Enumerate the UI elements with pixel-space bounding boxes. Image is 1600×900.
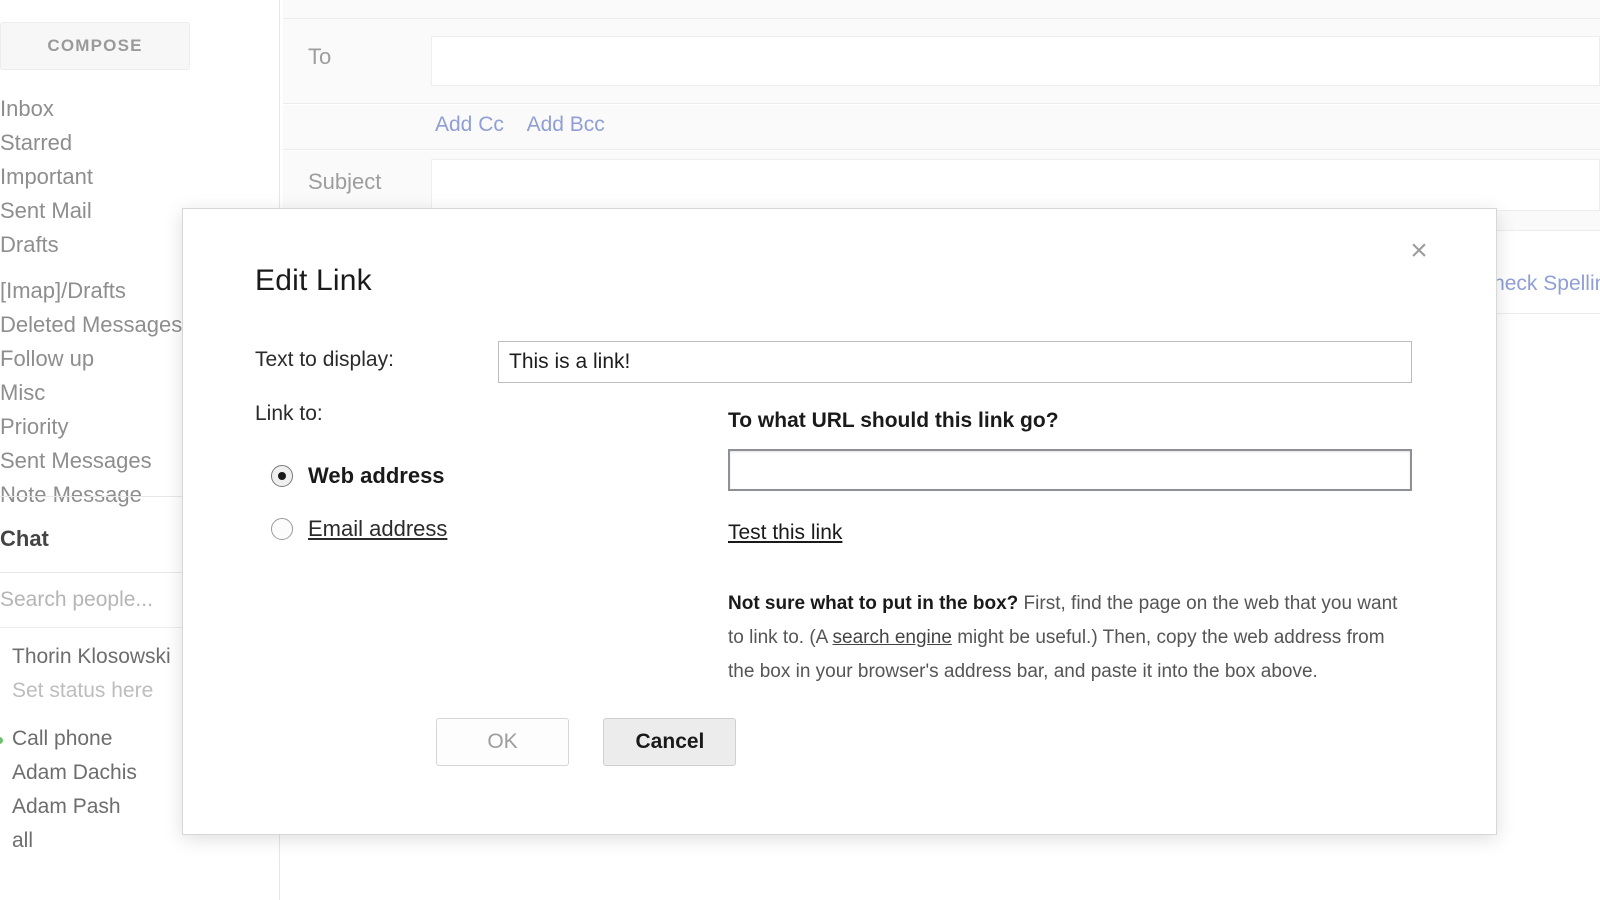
radio-web-address-label: Web address	[308, 462, 445, 488]
link-to-label: Link to:	[255, 402, 323, 425]
compose-cc-row: Add Cc Add Bcc	[283, 105, 1600, 150]
add-cc-link[interactable]: Add Cc	[435, 113, 504, 136]
radio-email-address[interactable]: Email address	[271, 502, 651, 555]
text-to-display-input[interactable]: This is a link!	[498, 341, 1412, 383]
sidebar-item-inbox[interactable]: Inbox	[0, 92, 280, 126]
compose-to-row: To	[283, 19, 1600, 104]
text-to-display-label: Text to display:	[255, 348, 394, 371]
radio-selected-icon	[271, 464, 293, 487]
compose-topbar	[283, 0, 1600, 19]
dialog-title: Edit Link	[255, 264, 372, 297]
help-text: Not sure what to put in the box? First, …	[728, 587, 1412, 689]
url-question-label: To what URL should this link go?	[728, 409, 1059, 432]
compose-cc-links: Add Cc Add Bcc	[435, 113, 623, 137]
app-root: COMPOSE Inbox Starred Important Sent Mai…	[0, 0, 1600, 900]
add-bcc-link[interactable]: Add Bcc	[527, 113, 605, 136]
help-text-bold: Not sure what to put in the box?	[728, 593, 1019, 614]
search-engine-link[interactable]: search engine	[833, 627, 952, 648]
chat-section-header: Chat	[0, 526, 49, 551]
compose-subject-input[interactable]	[431, 159, 1600, 211]
close-icon[interactable]: ×	[1402, 234, 1436, 268]
compose-to-label: To	[308, 44, 332, 69]
edit-link-dialog: × Edit Link Text to display: This is a l…	[182, 208, 1497, 835]
chat-item-label: Call phone	[12, 727, 113, 750]
sidebar-item-important[interactable]: Important	[0, 160, 280, 194]
url-input[interactable]	[728, 449, 1412, 491]
dialog-button-bar: OK Cancel	[436, 718, 737, 766]
compose-to-input[interactable]	[431, 36, 1600, 86]
chat-search-input[interactable]: Search people...	[0, 588, 153, 612]
test-this-link[interactable]: Test this link	[728, 521, 842, 545]
compose-subject-label: Subject	[308, 169, 382, 194]
url-panel: To what URL should this link go? Test th…	[728, 409, 1412, 689]
cancel-button[interactable]: Cancel	[603, 718, 737, 766]
text-to-display-row: Text to display: This is a link!	[255, 341, 1412, 383]
presence-dot-icon	[0, 737, 3, 744]
compose-button-label: COMPOSE	[47, 36, 143, 55]
radio-unselected-icon	[271, 517, 293, 540]
link-type-radio-group: Web address Email address	[271, 449, 651, 555]
radio-email-address-label: Email address	[308, 515, 448, 541]
ok-button[interactable]: OK	[436, 718, 569, 766]
radio-web-address[interactable]: Web address	[271, 449, 651, 502]
compose-button[interactable]: COMPOSE	[0, 22, 190, 70]
sidebar-item-starred[interactable]: Starred	[0, 126, 280, 160]
